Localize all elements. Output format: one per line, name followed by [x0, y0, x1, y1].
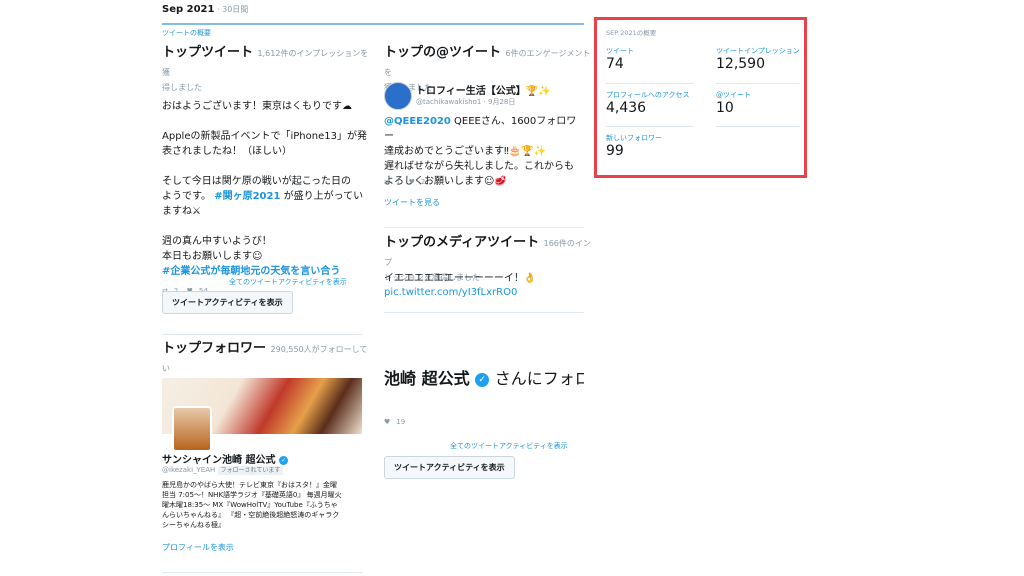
tweet-line: 週の真ん中すいようび！	[162, 236, 272, 247]
like-icon: ♥	[384, 418, 391, 426]
verified-icon: ✓	[278, 455, 288, 465]
follows-you-badge: フォローされています	[217, 466, 284, 475]
metric-label: プロフィールへのアクセス	[606, 91, 690, 99]
header-divider	[162, 23, 584, 25]
media-link[interactable]: pic.twitter.com/yI3fLxrRO0	[384, 287, 517, 298]
top-tweet-note2: 得しました	[162, 83, 202, 92]
divider	[606, 126, 694, 127]
metric-profile-visits: プロフィールへのアクセス 4,436	[606, 90, 690, 116]
hashtag-link[interactable]: #関ヶ原2021	[214, 191, 280, 202]
top-media-title: トップのメディアツイート 166件のインプ	[384, 234, 594, 272]
mention-link[interactable]: @QEEE2020	[384, 116, 451, 127]
all-tweet-activity-link[interactable]: 全てのツイートアクティビティを表示	[229, 277, 347, 287]
tweet-line: ますね⚔	[162, 206, 201, 217]
top-tweet-title: トップツイート 1,612件のインプレッションを獲	[162, 44, 372, 82]
metric-label: ツイートインプレッション	[716, 47, 800, 55]
tweet-line: 表されましたね！（ほしい）	[162, 146, 292, 157]
top-mention-title: トップの@ツイート 6件のエンゲージメントを	[384, 44, 594, 82]
follower-avatar[interactable]	[172, 406, 212, 452]
metric-value: 74	[606, 56, 624, 72]
verified-icon: ✓	[475, 372, 490, 387]
metric-mentions: @ツイート 10	[716, 90, 751, 116]
monthly-summary-box: SEP 2021の概要 ツイート 74 ツイートインプレッション 12,590 …	[594, 17, 807, 178]
media-image-text: さんにフォロ	[494, 369, 584, 388]
divider	[716, 126, 800, 127]
bio-line: シーちゃんねる極』	[162, 521, 225, 529]
divider	[716, 83, 800, 84]
media-tweet-text: イエエエエエエーーーーーイ！👌	[384, 273, 537, 284]
divider	[162, 572, 362, 573]
follower-handle: @ikezaki_YEAH	[162, 466, 216, 474]
divider	[384, 227, 584, 228]
retweet-count: 1	[395, 178, 401, 186]
top-tweet-text: おはようございます！東京はくもりです☁ Appleの新製品イベントで「iPhon…	[162, 99, 372, 279]
mention-user-avatar[interactable]	[384, 82, 412, 110]
top-tweet-heading: トップツイート	[162, 45, 254, 60]
metric-label: ツイート	[606, 47, 634, 55]
metric-tweets: ツイート 74	[606, 46, 634, 72]
tweet-line: おはようございます！東京はくもりです☁	[162, 101, 352, 112]
media-image[interactable]: 池崎 超公式 ✓ さんにフォロ	[384, 365, 584, 401]
like-icon: ♥	[408, 178, 415, 186]
tweet-line: 達成おめでとうございます‼🎂🏆✨	[384, 146, 547, 157]
tweet-line: Appleの新製品イベントで「iPhone13」が発	[162, 131, 367, 142]
view-tweet-link[interactable]: ツイートを見る	[384, 197, 440, 208]
like-count: 2	[420, 178, 426, 186]
summary-title: SEP 2021の概要	[606, 29, 657, 37]
metric-value: 10	[716, 100, 734, 116]
divider	[606, 83, 694, 84]
tweet-summary-label: ツイートの概要	[162, 29, 211, 37]
metric-label: @ツイート	[716, 91, 751, 99]
metric-new-followers: 新しいフォロワー 99	[606, 133, 662, 159]
metric-value: 99	[606, 143, 624, 159]
metric-impressions: ツイートインプレッション 12,590	[716, 46, 800, 72]
show-activity-button[interactable]: ツイートアクティビティを表示	[162, 291, 293, 314]
bio-line: 鹿児島かのやばら大使！テレビ東京『おはスタ！』金曜	[162, 481, 337, 489]
like-count: 19	[396, 418, 406, 426]
all-tweet-activity-link[interactable]: 全てのツイートアクティビティを表示	[450, 441, 568, 451]
follower-name-row: サンシャイン池崎 超公式 ✓	[162, 451, 288, 466]
metric-value: 4,436	[606, 100, 647, 116]
period-header: Sep 2021 · 30日間	[162, 4, 248, 15]
follower-handle-row: @ikezaki_YEAH フォローされています	[162, 465, 284, 475]
tweet-line: 本日もお願いします☺	[162, 251, 263, 262]
top-media-heading: トップのメディアツイート	[384, 235, 540, 250]
bio-line: 曜木曜18:35～ MX『WowHolTV』YouTube『ふうちゃ	[162, 501, 338, 509]
tweet-line: が盛り上がってい	[283, 191, 364, 202]
bio-line: 担当 7:05～！NHK語学ラジオ『基礎英語0』 毎週月曜火	[162, 491, 342, 499]
period-days: · 30日間	[214, 5, 249, 14]
mention-user-name[interactable]: トロフィー生活【公式】🏆✨	[416, 82, 551, 97]
media-image-text: 池崎 超公式	[384, 369, 470, 388]
divider	[162, 334, 362, 335]
top-mention-heading: トップの@ツイート	[384, 45, 502, 60]
top-follower-heading: トップフォロワー	[162, 341, 267, 356]
metric-value: 12,590	[716, 56, 765, 72]
tweet-line: そして今日は関ケ原の戦いが起こった日の	[162, 176, 351, 187]
top-tweet-section: トップツイート 1,612件のインプレッションを獲 得しました おはようございま…	[162, 44, 372, 295]
follower-bio: 鹿児島かのやばら大使！テレビ東京『おはスタ！』金曜 担当 7:05～！NHK語学…	[162, 480, 367, 530]
bio-line: んらいちゃんねる』 『超・空前絶後超絶怒涛のギャラク	[162, 511, 340, 519]
tweet-line: ようです。	[162, 191, 211, 202]
media-stats: ♥ 19	[384, 418, 411, 426]
top-follower-title: トップフォロワー 290,550人がフォローしてい	[162, 340, 372, 378]
retweet-icon: ⇄	[384, 178, 390, 186]
show-activity-button[interactable]: ツイートアクティビティを表示	[384, 456, 515, 479]
mention-user-handle: @tachikawakisho1 · 9月28日	[416, 98, 516, 106]
metric-label: 新しいフォロワー	[606, 134, 662, 142]
tweet-line: 遅ればせながら失礼しました。これからも	[384, 161, 574, 172]
period-title: Sep 2021	[162, 4, 215, 15]
view-profile-link[interactable]: プロフィールを表示	[162, 542, 234, 553]
mention-stats: ⇄ 1 ♥ 2	[384, 178, 431, 186]
divider	[384, 312, 584, 313]
